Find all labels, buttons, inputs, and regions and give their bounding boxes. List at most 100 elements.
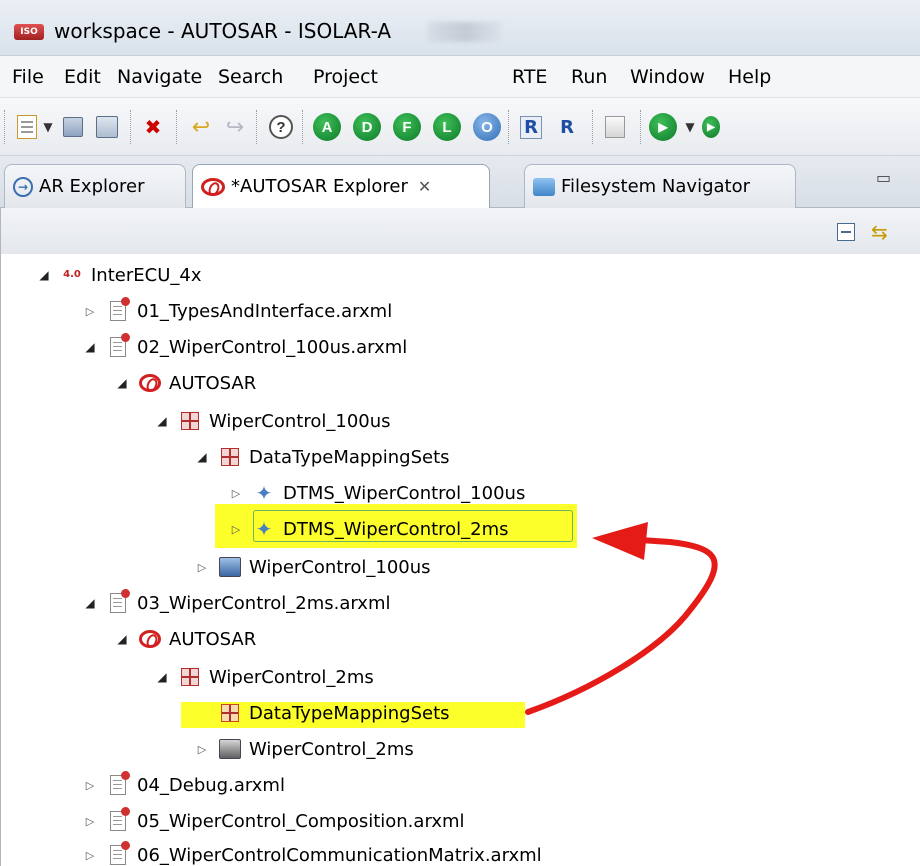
expanded-icon[interactable]: ◢ bbox=[153, 414, 171, 428]
view-toolbar: ⇆ bbox=[0, 208, 920, 254]
tree-item-dtms-selected[interactable]: ▷ ✦ DTMS_WiperControl_2ms bbox=[227, 512, 509, 546]
menu-project[interactable]: Project bbox=[313, 66, 378, 88]
data-type-mapping-icon: ✦ bbox=[255, 481, 273, 505]
arxml-file-icon bbox=[107, 807, 130, 832]
new-dropdown-button[interactable]: ▼ bbox=[40, 111, 56, 143]
collapsed-icon[interactable]: ▷ bbox=[81, 815, 99, 828]
menu-navigate[interactable]: Navigate bbox=[117, 66, 202, 88]
tree-item-package[interactable]: ◢ WiperControl_100us bbox=[153, 404, 391, 438]
minimize-icon[interactable]: ▭ bbox=[876, 168, 891, 187]
tree-item-autosar[interactable]: ◢ AUTOSAR bbox=[113, 366, 256, 400]
toolbar-separator bbox=[256, 110, 258, 144]
tree-item-file[interactable]: ◢ 02_WiperControl_100us.arxml bbox=[81, 330, 407, 364]
menu-search[interactable]: Search bbox=[218, 66, 283, 88]
arrow-right-circle-icon: → bbox=[13, 176, 33, 197]
run-icon[interactable]: ▶ bbox=[648, 111, 678, 143]
tree-item-label: DTMS_WiperControl_100us bbox=[283, 482, 526, 504]
f-circle-icon[interactable]: F bbox=[392, 111, 422, 143]
tree-item-label: DTMS_WiperControl_2ms bbox=[283, 518, 509, 540]
tree-item-package-highlighted[interactable]: DataTypeMappingSets bbox=[193, 696, 450, 730]
menu-window[interactable]: Window bbox=[630, 66, 705, 88]
collapse-all-icon[interactable] bbox=[837, 223, 855, 241]
collapsed-icon[interactable]: ▷ bbox=[193, 743, 211, 756]
expanded-icon[interactable]: ◢ bbox=[35, 268, 53, 282]
tree-item-label: 02_WiperControl_100us.arxml bbox=[137, 336, 408, 358]
collapsed-icon[interactable]: ▷ bbox=[227, 487, 245, 500]
tree-item-dtms[interactable]: ▷ ✦ DTMS_WiperControl_100us bbox=[227, 476, 526, 510]
tree-item-label: DataTypeMappingSets bbox=[249, 702, 450, 724]
software-component-icon bbox=[219, 738, 241, 760]
expanded-icon[interactable]: ◢ bbox=[81, 596, 99, 610]
tree-item-file[interactable]: ◢ 03_WiperControl_2ms.arxml bbox=[81, 586, 391, 620]
collapsed-icon[interactable]: ▷ bbox=[81, 779, 99, 792]
arxml-file-icon bbox=[107, 771, 130, 796]
menu-run[interactable]: Run bbox=[571, 66, 607, 88]
menu-edit[interactable]: Edit bbox=[64, 66, 101, 88]
tree-item-component[interactable]: ▷ WiperControl_2ms bbox=[193, 732, 414, 766]
tree-item-label: 03_WiperControl_2ms.arxml bbox=[137, 592, 391, 614]
menu-file[interactable]: File bbox=[12, 66, 44, 88]
expanded-icon[interactable]: ◢ bbox=[81, 340, 99, 354]
tree-item-file[interactable]: ▷ 01_TypesAndInterface.arxml bbox=[81, 294, 392, 328]
new-wizard-icon[interactable] bbox=[14, 111, 40, 143]
debug-icon[interactable]: ▶ bbox=[702, 111, 720, 143]
link-editor-icon[interactable]: ⇆ bbox=[871, 220, 888, 244]
main-toolbar: ▼ ✖ ↩ ↪ ? A D F L O R R ▶ ▼ ▶ bbox=[0, 98, 920, 156]
tab-ar-explorer[interactable]: → AR Explorer bbox=[4, 164, 186, 208]
isolar-app-icon: ISO bbox=[14, 24, 44, 40]
arxml-file-icon bbox=[107, 841, 130, 866]
package-icon bbox=[179, 666, 201, 688]
tree-item-label: WiperControl_100us bbox=[209, 410, 391, 432]
rte-icon[interactable]: R bbox=[552, 111, 582, 143]
close-icon[interactable]: ✕ bbox=[418, 177, 431, 196]
tab-filesystem-navigator[interactable]: Filesystem Navigator bbox=[524, 164, 796, 208]
redo-icon[interactable]: ↪ bbox=[220, 111, 250, 143]
expanded-icon[interactable]: ◢ bbox=[113, 632, 131, 646]
menu-bar: File Edit Navigate Search Project RTE Ru… bbox=[0, 56, 920, 98]
toolbar-separator bbox=[508, 110, 510, 144]
arxml-file-icon bbox=[107, 589, 130, 614]
tree-item-label: InterECU_4x bbox=[91, 264, 202, 286]
collapsed-icon[interactable]: ▷ bbox=[81, 305, 99, 318]
tree-item-project[interactable]: ◢ 4.0 InterECU_4x bbox=[35, 258, 201, 292]
menu-rte[interactable]: RTE bbox=[512, 66, 547, 88]
undo-icon[interactable]: ↩ bbox=[186, 111, 216, 143]
collapsed-icon[interactable]: ▷ bbox=[81, 849, 99, 862]
tree-item-package[interactable]: ◢ WiperControl_2ms bbox=[153, 660, 373, 694]
save-icon[interactable] bbox=[60, 111, 86, 143]
help-icon[interactable]: ? bbox=[266, 111, 296, 143]
l-circle-icon[interactable]: L bbox=[432, 111, 462, 143]
collapsed-icon[interactable]: ▷ bbox=[193, 561, 211, 574]
package-icon bbox=[219, 702, 241, 724]
view-tab-row: → AR Explorer *AUTOSAR Explorer ✕ Filesy… bbox=[0, 156, 920, 208]
blurred-title-suffix bbox=[428, 22, 502, 42]
tree-item-file[interactable]: ▷ 06_WiperControlCommunicationMatrix.arx… bbox=[81, 838, 542, 866]
menu-help[interactable]: Help bbox=[728, 66, 771, 88]
collapsed-icon[interactable]: ▷ bbox=[227, 523, 245, 536]
rte-report-icon[interactable]: R bbox=[516, 111, 546, 143]
tree-item-component[interactable]: ▷ WiperControl_100us bbox=[193, 550, 431, 584]
a-circle-icon[interactable]: A bbox=[312, 111, 342, 143]
run-dropdown-button[interactable]: ▼ bbox=[682, 111, 698, 143]
tree-item-file[interactable]: ▷ 04_Debug.arxml bbox=[81, 768, 285, 802]
expanded-icon[interactable]: ◢ bbox=[113, 376, 131, 390]
autosar-logo-icon bbox=[201, 177, 225, 196]
expanded-icon[interactable]: ◢ bbox=[153, 670, 171, 684]
d-circle-icon[interactable]: D bbox=[352, 111, 382, 143]
save-all-icon[interactable] bbox=[92, 111, 122, 143]
delete-icon[interactable]: ✖ bbox=[138, 111, 168, 143]
tree-item-autosar[interactable]: ◢ AUTOSAR bbox=[113, 622, 256, 656]
tree-item-package[interactable]: ◢ DataTypeMappingSets bbox=[193, 440, 449, 474]
tree-item-file[interactable]: ▷ 05_WiperControl_Composition.arxml bbox=[81, 804, 465, 838]
tab-label: Filesystem Navigator bbox=[561, 176, 750, 197]
expanded-icon[interactable]: ◢ bbox=[193, 450, 211, 464]
o-circle-icon[interactable]: O bbox=[472, 111, 502, 143]
window-title: workspace - AUTOSAR - ISOLAR-A bbox=[54, 19, 392, 43]
build-icon[interactable] bbox=[600, 111, 630, 143]
autosar-logo-icon bbox=[139, 372, 161, 394]
tree-item-label: WiperControl_2ms bbox=[249, 738, 414, 760]
software-component-icon bbox=[219, 556, 241, 578]
tree-item-label: 04_Debug.arxml bbox=[137, 774, 285, 796]
tab-autosar-explorer[interactable]: *AUTOSAR Explorer ✕ bbox=[192, 164, 490, 208]
package-icon bbox=[179, 410, 201, 432]
